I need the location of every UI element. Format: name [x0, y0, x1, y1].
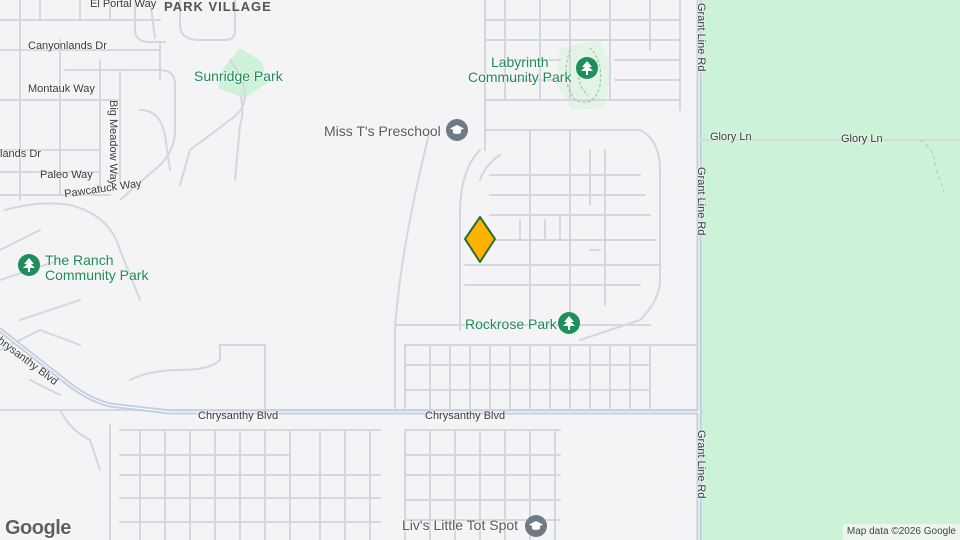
district-label: PARK VILLAGE	[164, 0, 272, 14]
street-label-paleo-way: Paleo Way	[40, 169, 93, 181]
map-canvas[interactable]: PARK VILLAGE El Portal Way Canyonlands D…	[0, 0, 960, 540]
park-label-rockrose-park[interactable]: Rockrose Park	[465, 317, 557, 332]
street-label-grant-line-rd-south: Grant Line Rd	[695, 430, 707, 499]
street-label-chrysanthy-blvd-east: Chrysanthy Blvd	[425, 410, 506, 422]
tree-icon[interactable]	[18, 254, 40, 276]
tree-icon[interactable]	[558, 312, 580, 334]
park-label-labyrinth-line1: Labyrinth	[490, 54, 549, 70]
poi-label-miss-ts-preschool[interactable]: Miss T's Preschool	[324, 123, 441, 139]
poi-label-livs-little-tot-spot[interactable]: Liv's Little Tot Spot	[402, 517, 518, 533]
graduation-cap-icon[interactable]	[446, 119, 468, 141]
park-label-ranch-line2: Community Park	[45, 267, 149, 283]
google-logo[interactable]: Google	[5, 517, 71, 540]
street-label-glory-ln-east: Glory Ln	[841, 133, 883, 145]
street-label-el-portal-way: El Portal Way	[90, 0, 157, 10]
park-label-labyrinth-line2: Community Park	[468, 69, 572, 85]
street-label-lands-dr: lands Dr	[0, 148, 41, 160]
park-label-labyrinth[interactable]: Labyrinth Community Park	[468, 55, 571, 85]
street-label-grant-line-rd-north: Grant Line Rd	[695, 3, 707, 72]
park-label-ranch-line1: The Ranch	[45, 252, 114, 268]
graduation-cap-icon[interactable]	[525, 515, 547, 537]
street-label-glory-ln-west: Glory Ln	[710, 131, 752, 143]
street-label-montauk-way: Montauk Way	[28, 83, 95, 95]
street-label-canyonlands-dr: Canyonlands Dr	[28, 40, 107, 52]
park-label-sunridge-park[interactable]: Sunridge Park	[194, 69, 283, 84]
street-label-chrysanthy-blvd-west: Chrysanthy Blvd	[198, 410, 279, 422]
map-attribution[interactable]: Map data ©2026 Google	[842, 524, 960, 540]
location-marker-icon[interactable]	[463, 215, 497, 265]
farmland-area	[700, 0, 960, 540]
street-label-grant-line-rd-middle: Grant Line Rd	[695, 167, 707, 236]
tree-icon[interactable]	[576, 57, 598, 79]
park-label-the-ranch[interactable]: The Ranch Community Park	[45, 253, 148, 283]
street-label-big-meadow-way: Big Meadow Way	[107, 100, 119, 186]
